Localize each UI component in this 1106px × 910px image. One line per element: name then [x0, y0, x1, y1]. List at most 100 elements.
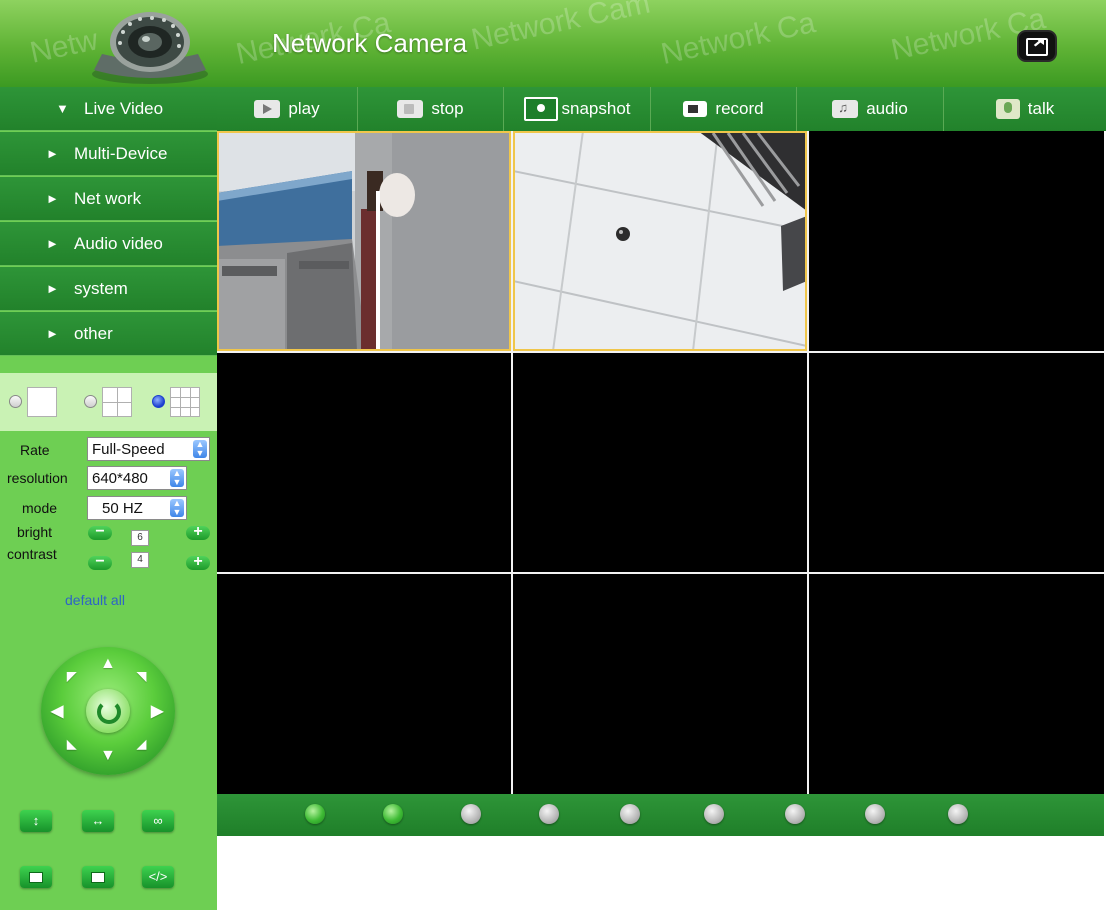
- quad-view-icon[interactable]: [102, 387, 132, 417]
- watermark-text: Network Cam: [468, 0, 654, 57]
- default-all-link[interactable]: default all: [65, 592, 125, 608]
- horizontal-flip-button[interactable]: ↔: [82, 810, 114, 832]
- channel-5-indicator-icon[interactable]: [620, 804, 640, 824]
- dome-camera-logo-icon: [92, 12, 208, 84]
- record-button[interactable]: record: [651, 87, 797, 131]
- ceiling-camera-feed-image: [513, 131, 807, 351]
- ptz-control: ▲ ▼ ◀ ▶ ◤ ◥ ◣ ◢: [41, 647, 175, 775]
- menu-item-multi-device[interactable]: ► Multi-Device: [0, 132, 217, 176]
- horizontal-arrows-icon: ↔: [91, 813, 105, 828]
- fullscreen-button[interactable]: [1017, 30, 1057, 62]
- vertical-flip-button[interactable]: ↕: [20, 810, 52, 832]
- page-title: Network Camera: [272, 28, 468, 58]
- vertical-arrows-icon: ↕: [32, 813, 40, 828]
- spinner-arrows-icon: ▲ ▼: [170, 469, 184, 487]
- cruise-button[interactable]: ∞: [142, 810, 174, 832]
- ptz-down-left-arrow-icon[interactable]: ◣: [67, 737, 76, 751]
- resolution-select[interactable]: 640*480 ▲ ▼: [87, 466, 187, 490]
- layout-9-radio[interactable]: [152, 395, 165, 408]
- menu-item-label: other: [74, 323, 113, 343]
- ptz-up-arrow-icon[interactable]: ▲: [100, 655, 116, 673]
- preset-1-button[interactable]: [20, 866, 52, 888]
- snapshot-button[interactable]: snapshot: [504, 87, 651, 131]
- video-cell-2[interactable]: [513, 131, 807, 351]
- single-view-icon[interactable]: [27, 387, 57, 417]
- header-banner: Netw Network Ca Network Cam Network Ca N…: [0, 0, 1106, 87]
- mode-label: mode: [22, 500, 58, 516]
- video-cell-7[interactable]: [217, 574, 511, 794]
- ptz-up-right-arrow-icon[interactable]: ◥: [137, 669, 146, 683]
- video-cell-8[interactable]: [513, 574, 807, 794]
- preset-2-button[interactable]: [82, 866, 114, 888]
- ptz-left-arrow-icon[interactable]: ◀: [51, 701, 63, 721]
- stop-icon: [397, 100, 424, 118]
- menu-item-label: Audio video: [74, 233, 163, 253]
- menu-item-other[interactable]: ► other: [0, 312, 217, 356]
- stop-button[interactable]: stop: [358, 87, 504, 131]
- menu-item-network[interactable]: ► Net work: [0, 177, 217, 221]
- channel-9-indicator-icon[interactable]: [948, 804, 968, 824]
- toolbar: play stop snapshot record audio talk: [217, 87, 1106, 131]
- channel-4-indicator-icon[interactable]: [539, 804, 559, 824]
- contrast-decrease-button[interactable]: −: [88, 554, 112, 570]
- menu-item-audio-video[interactable]: ► Audio video: [0, 222, 217, 266]
- menu-item-system[interactable]: ► system: [0, 267, 217, 311]
- collapsed-triangle-icon: ►: [46, 326, 59, 341]
- ptz-down-arrow-icon[interactable]: ▼: [100, 747, 116, 765]
- video-cell-3[interactable]: [809, 131, 1104, 351]
- ptz-down-right-arrow-icon[interactable]: ◢: [137, 737, 146, 751]
- square-icon: [29, 872, 43, 883]
- menu-item-live-video[interactable]: ▼ Live Video: [0, 87, 217, 131]
- video-cell-1[interactable]: [217, 131, 511, 351]
- menu-item-label: Net work: [74, 188, 142, 208]
- layout-4-radio[interactable]: [84, 395, 97, 408]
- bright-value: 6: [131, 530, 149, 546]
- layout-1-radio[interactable]: [9, 395, 22, 408]
- collapsed-triangle-icon: ►: [46, 146, 59, 161]
- infinity-icon: ∞: [153, 813, 163, 828]
- video-cell-9[interactable]: [809, 574, 1104, 794]
- fullscreen-icon: [1026, 38, 1048, 56]
- bright-decrease-button[interactable]: −: [88, 524, 112, 540]
- channel-1-indicator-icon[interactable]: [305, 804, 325, 824]
- video-cell-5[interactable]: [513, 353, 807, 572]
- collapsed-triangle-icon: ►: [46, 236, 59, 251]
- code-icon: </>: [148, 869, 168, 884]
- office-camera-feed-image: [217, 131, 511, 351]
- talk-button[interactable]: talk: [944, 87, 1106, 131]
- nine-view-icon[interactable]: [170, 387, 200, 417]
- play-label: play: [288, 99, 320, 118]
- ptz-up-left-arrow-icon[interactable]: ◤: [67, 669, 76, 683]
- video-cell-6[interactable]: [809, 353, 1104, 572]
- video-cell-4[interactable]: [217, 353, 511, 572]
- bright-label: bright: [17, 524, 53, 540]
- record-icon: [683, 101, 708, 117]
- mode-select[interactable]: 50 HZ ▲ ▼: [87, 496, 187, 520]
- contrast-increase-button[interactable]: +: [186, 554, 210, 570]
- bright-increase-button[interactable]: +: [186, 524, 210, 540]
- code-button[interactable]: </>: [142, 866, 174, 888]
- snapshot-label: snapshot: [561, 99, 631, 118]
- camera-icon: [523, 97, 558, 121]
- video-grid: [217, 131, 1104, 794]
- rate-select[interactable]: Full-Speed ▲ ▼: [87, 437, 210, 461]
- stop-label: stop: [431, 99, 464, 118]
- channel-6-indicator-icon[interactable]: [704, 804, 724, 824]
- talk-label: talk: [1027, 99, 1055, 118]
- channel-7-indicator-icon[interactable]: [785, 804, 805, 824]
- mode-value: 50 HZ: [102, 499, 143, 517]
- channel-3-indicator-icon[interactable]: [461, 804, 481, 824]
- ptz-center-button[interactable]: [86, 689, 130, 733]
- audio-button[interactable]: audio: [797, 87, 944, 131]
- contrast-label: contrast: [7, 546, 57, 562]
- spinner-arrows-icon: ▲ ▼: [193, 440, 207, 458]
- watermark-text: Network Ca: [658, 6, 819, 71]
- channel-8-indicator-icon[interactable]: [865, 804, 885, 824]
- ptz-right-arrow-icon[interactable]: ▶: [151, 701, 163, 721]
- menu-item-label: Multi-Device: [74, 143, 168, 163]
- rate-value: Full-Speed: [92, 440, 165, 458]
- play-button[interactable]: play: [217, 87, 358, 131]
- channel-2-indicator-icon[interactable]: [383, 804, 403, 824]
- audio-icon: [832, 100, 859, 118]
- record-label: record: [715, 99, 764, 118]
